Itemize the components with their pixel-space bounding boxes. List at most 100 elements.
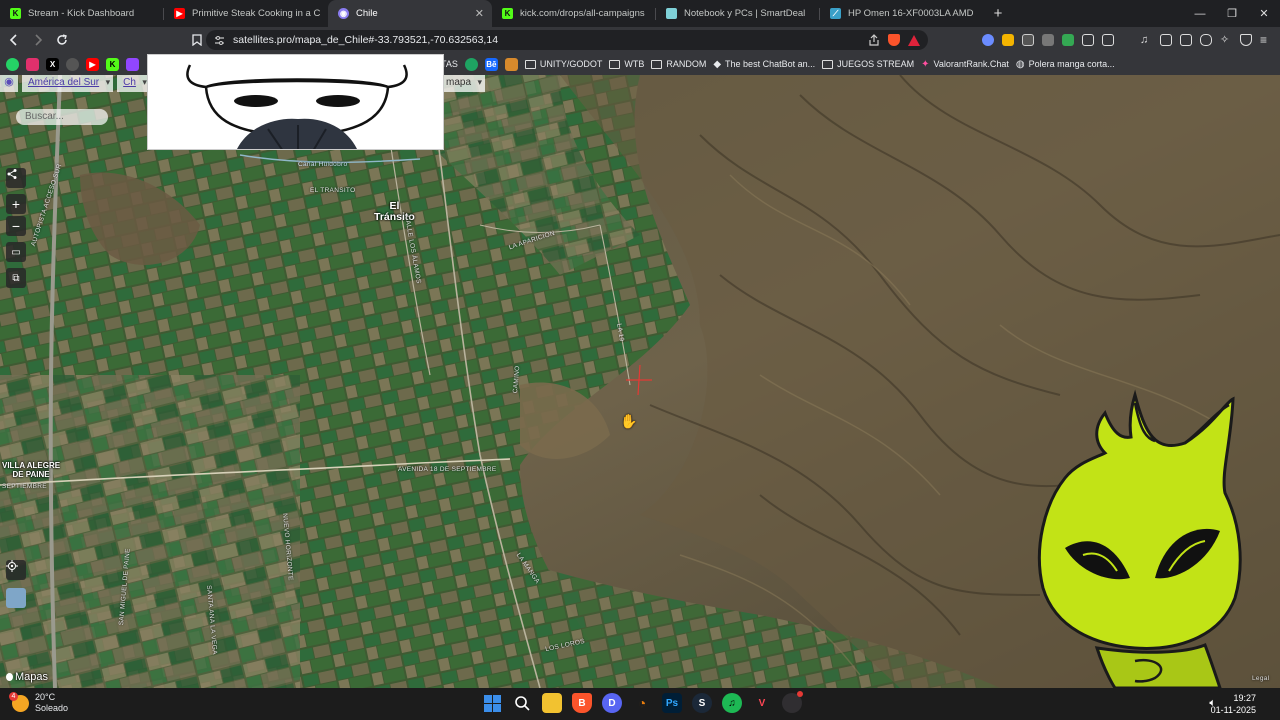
music-icon[interactable]: ♫ xyxy=(1140,34,1152,46)
zoom-out-button[interactable]: − xyxy=(6,216,26,236)
bookmark-random[interactable]: RANDOM xyxy=(651,59,706,69)
close-window-button[interactable]: ✕ xyxy=(1248,0,1280,27)
extension-puzzle-dark-icon[interactable] xyxy=(1042,34,1054,46)
share-icon xyxy=(7,169,17,179)
address-bar[interactable]: satellites.pro/mapa_de_Chile#-33.793521,… xyxy=(206,30,928,50)
kick-icon: K xyxy=(10,8,21,19)
taskbar-apps: B D ◔ Ps S ♫ V xyxy=(482,691,803,713)
bookmark-page-button[interactable] xyxy=(187,30,207,50)
leo-ai-icon[interactable]: ✧ xyxy=(1220,34,1232,46)
steam-icon[interactable]: S xyxy=(692,693,712,713)
continent-select[interactable]: América del Sur xyxy=(22,75,114,92)
menu-icon[interactable]: ≡ xyxy=(1260,34,1272,46)
windows-taskbar: 4 20°C Soleado B D ◔ Ps S ♫ V 🔈︎ 19:27 0… xyxy=(0,688,1280,720)
new-tab-button[interactable]: + xyxy=(984,0,1012,27)
tab-kick-dashboard[interactable]: K Stream - Kick Dashboard xyxy=(0,0,164,27)
share-icon[interactable] xyxy=(868,34,880,46)
tab-title: Stream - Kick Dashboard xyxy=(28,8,135,19)
discord-icon[interactable]: D xyxy=(602,693,622,713)
bookmark-chatbot[interactable]: ◆ The best ChatBot an... xyxy=(713,59,815,70)
map-type-select[interactable]: mapa xyxy=(440,75,486,92)
tab-kick-drops[interactable]: K kick.com/drops/all-campaigns xyxy=(492,0,656,27)
whatsapp-icon[interactable] xyxy=(6,57,19,71)
bookmark-polera[interactable]: ◍ Polera manga corta... xyxy=(1016,59,1115,70)
folder-icon xyxy=(651,59,663,69)
twitch-icon[interactable] xyxy=(126,57,139,71)
instagram-icon[interactable] xyxy=(26,57,39,71)
extension-green-icon[interactable] xyxy=(1062,34,1074,46)
back-button[interactable] xyxy=(4,30,24,50)
bookmark-valorantrank[interactable]: ✦ ValorantRank.Chat xyxy=(921,59,1009,70)
extension-box-icon[interactable] xyxy=(1102,34,1114,46)
clock-date: 01-11-2025 xyxy=(1210,705,1256,715)
shield-icon[interactable] xyxy=(1240,34,1252,46)
satellite-map[interactable]: ◉ América del Sur Ch mapa Buscar... + − … xyxy=(0,75,1280,688)
share-map-button[interactable] xyxy=(6,168,26,188)
sun-icon: 4 xyxy=(9,691,29,712)
forward-arrow-icon xyxy=(35,34,43,46)
x-icon[interactable]: X xyxy=(46,57,59,71)
forward-button[interactable] xyxy=(28,30,48,50)
brave-icon[interactable]: B xyxy=(572,693,592,713)
map-layer-thumbnail[interactable] xyxy=(6,588,26,608)
legal-link[interactable]: Legal xyxy=(1252,675,1269,682)
minimize-button[interactable]: — xyxy=(1184,0,1216,27)
close-tab-icon[interactable]: ✕ xyxy=(475,7,484,20)
bookmark-wtb[interactable]: WTB xyxy=(609,59,644,69)
restore-button[interactable]: ❐ xyxy=(1216,0,1248,27)
map-search-input[interactable]: Buscar... xyxy=(16,109,108,125)
box-icon[interactable] xyxy=(504,57,518,71)
apple-maps-attribution[interactable]: Mapas xyxy=(6,671,48,683)
site-settings-icon[interactable] xyxy=(214,35,225,46)
youtube-icon[interactable]: ▶ xyxy=(86,57,99,71)
file-explorer-icon[interactable] xyxy=(542,693,562,713)
sidebar-icon[interactable] xyxy=(1160,34,1172,46)
windows-start-icon[interactable] xyxy=(482,693,502,713)
road-label-avenida: AVENIDA 18 DE SEPTIEMBRE xyxy=(398,466,497,473)
hand-cursor-icon: ✋ xyxy=(620,413,638,429)
apple-icon[interactable] xyxy=(66,57,79,71)
bookmark-unity-godot[interactable]: UNITY/GODOT xyxy=(524,59,602,69)
green-app-icon[interactable] xyxy=(464,57,478,71)
valorant-icon[interactable]: V xyxy=(752,693,772,713)
zoom-in-button[interactable]: + xyxy=(6,194,26,214)
reload-button[interactable] xyxy=(52,30,72,50)
search-icon[interactable] xyxy=(512,693,532,713)
extension-globe-icon[interactable] xyxy=(982,34,994,46)
layers-button[interactable]: ⧉ xyxy=(6,268,26,288)
tab-chile[interactable]: ◉ Chile ✕ xyxy=(328,0,492,27)
road-label-septiembre: SEPTIEMBRE xyxy=(2,483,47,490)
valorant-icon: ✦ xyxy=(921,58,930,70)
tab-smartdeal[interactable]: Notebook y PCs | SmartDeal xyxy=(656,0,820,27)
behance-icon[interactable]: Bē xyxy=(484,57,498,71)
weather-widget[interactable]: 4 20°C Soleado xyxy=(9,691,68,714)
extension-orange-icon[interactable] xyxy=(1002,34,1014,46)
obs-icon[interactable] xyxy=(782,691,803,713)
wallet-icon[interactable] xyxy=(1180,34,1192,46)
ruler-button[interactable]: ▭ xyxy=(6,242,26,262)
tab-hp-omen[interactable]: ⟋ HP Omen 16-XF0003LA AMD Ryzen 7... xyxy=(820,0,984,27)
knight-mask-image xyxy=(148,55,443,149)
globe-icon[interactable]: ◉ xyxy=(0,75,18,92)
kick-icon[interactable]: K xyxy=(106,57,119,71)
canal-label: Canal Huidobro xyxy=(298,161,348,168)
extensions-puzzle-icon[interactable] xyxy=(1082,34,1094,46)
clock[interactable]: 19:27 01-11-2025 xyxy=(1211,692,1256,716)
navigation-bar: satellites.pro/mapa_de_Chile#-33.793521,… xyxy=(0,27,1280,53)
photoshop-icon[interactable]: Ps xyxy=(662,693,682,713)
bookmark-juegos-stream[interactable]: JUEGOS STREAM xyxy=(822,59,914,69)
locate-me-button[interactable] xyxy=(6,560,26,580)
brave-shields-icon[interactable] xyxy=(888,34,900,46)
tab-youtube-video[interactable]: ▶ Primitive Steak Cooking in a Clay Ov..… xyxy=(164,0,328,27)
extension-screenshot-icon[interactable] xyxy=(1022,34,1034,46)
brave-rewards-icon[interactable] xyxy=(908,34,920,46)
country-select[interactable]: Ch xyxy=(117,75,150,92)
back-arrow-icon xyxy=(9,34,17,46)
blender-icon[interactable]: ◔ xyxy=(632,693,652,713)
clock-time: 19:27 xyxy=(1233,693,1256,703)
vpn-icon[interactable] xyxy=(1200,34,1212,46)
spotify-icon[interactable]: ♫ xyxy=(722,693,742,713)
smartdeal-icon xyxy=(666,8,677,19)
satellite-globe-icon: ◉ xyxy=(338,8,349,19)
extensions-toolbar: ♫ ✧ ≡ xyxy=(982,34,1272,46)
